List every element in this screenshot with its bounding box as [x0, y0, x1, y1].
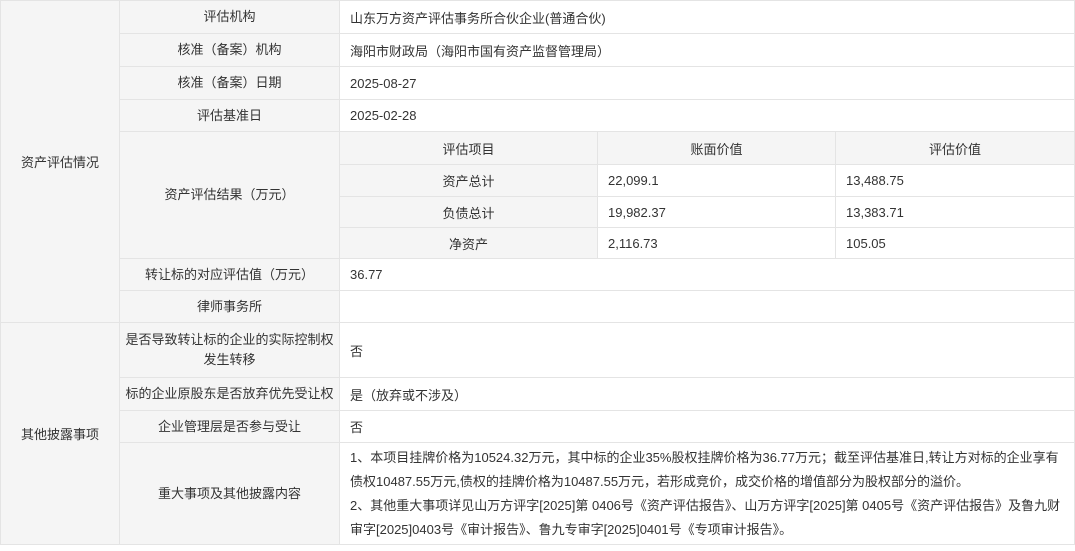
row-management-participation: 企业管理层是否参与受让 否: [120, 411, 1075, 443]
book-value-cell: 22,099.1: [598, 165, 836, 197]
appraisal-base-date-value: 2025-02-28: [340, 100, 1075, 132]
header-text: 评估价值: [929, 139, 981, 158]
row-waive-preemptive-right: 标的企业原股东是否放弃优先受让权 是（放弃或不涉及）: [120, 378, 1075, 411]
book-value-cell: 2,116.73: [598, 228, 836, 259]
value-text: 22,099.1: [608, 173, 659, 188]
control-change-value: 否: [340, 323, 1075, 378]
approval-date-label: 核准（备案）日期: [120, 67, 340, 100]
control-change-label: 是否导致转让标的企业的实际控制权发生转移: [120, 323, 340, 378]
other-disclosures-rows: 是否导致转让标的企业的实际控制权发生转移 否 标的企业原股东是否放弃优先受让权 …: [120, 323, 1075, 545]
book-value-cell: 19,982.37: [598, 197, 836, 228]
label-text: 律师事务所: [197, 297, 262, 317]
header-book-value: 账面价值: [598, 132, 836, 165]
item-cell: 资产总计: [340, 165, 598, 197]
appraised-value-cell: 13,383.71: [836, 197, 1075, 228]
major-matters-value: 1、本项目挂牌价格为10524.32万元，其中标的企业35%股权挂牌价格为36.…: [340, 443, 1075, 545]
row-control-change: 是否导致转让标的企业的实际控制权发生转移 否: [120, 323, 1075, 378]
value-text: 2,116.73: [608, 236, 658, 251]
item-cell: 净资产: [340, 228, 598, 259]
item-text: 净资产: [449, 234, 488, 253]
appraisal-result-table: 评估项目 账面价值 评估价值 资产总计: [340, 132, 1075, 259]
value-text: 19,982.37: [608, 205, 666, 220]
value-text: 山东万方资产评估事务所合伙企业(普通合伙): [350, 8, 606, 27]
value-text: 是（放弃或不涉及）: [350, 385, 467, 404]
header-text: 评估项目: [442, 139, 494, 158]
row-appraisal-agency: 评估机构 山东万方资产评估事务所合伙企业(普通合伙): [120, 1, 1075, 34]
result-row-total-assets: 资产总计 22,099.1 13,488.75: [340, 165, 1075, 197]
header-text: 账面价值: [690, 139, 742, 158]
waive-preemptive-right-label: 标的企业原股东是否放弃优先受让权: [120, 378, 340, 411]
section-title: 资产评估情况: [21, 152, 99, 171]
appraisal-result-header-row: 评估项目 账面价值 评估价值: [340, 132, 1075, 165]
label-text: 企业管理层是否参与受让: [158, 417, 301, 437]
label-text: 标的企业原股东是否放弃优先受让权: [125, 384, 333, 404]
row-major-matters: 重大事项及其他披露内容 1、本项目挂牌价格为10524.32万元，其中标的企业3…: [120, 443, 1075, 545]
law-firm-label: 律师事务所: [120, 291, 340, 323]
label-text: 是否导致转让标的企业的实际控制权发生转移: [123, 330, 336, 370]
label-text: 评估基准日: [197, 106, 262, 126]
value-text: 否: [350, 417, 363, 436]
header-appraised-value: 评估价值: [836, 132, 1075, 165]
row-approval-date: 核准（备案）日期 2025-08-27: [120, 67, 1075, 100]
item-text: 负债总计: [442, 203, 494, 222]
row-appraisal-result: 资产评估结果（万元） 评估项目 账面价值 评估价值: [120, 132, 1075, 259]
section-label-other-disclosures: 其他披露事项: [1, 323, 120, 545]
row-law-firm: 律师事务所: [120, 291, 1075, 323]
asset-appraisal-rows: 评估机构 山东万方资产评估事务所合伙企业(普通合伙) 核准（备案）机构 海阳市财…: [120, 1, 1075, 323]
major-matters-paragraph-2: 2、其他重大事项详见山万方评字[2025]第 0406号《资产评估报告》、山万方…: [350, 494, 1064, 542]
value-text: 13,383.71: [846, 205, 904, 220]
major-matters-paragraphs: 1、本项目挂牌价格为10524.32万元，其中标的企业35%股权挂牌价格为36.…: [350, 446, 1064, 542]
major-matters-paragraph-1: 1、本项目挂牌价格为10524.32万元，其中标的企业35%股权挂牌价格为36.…: [350, 446, 1064, 494]
value-text: 13,488.75: [846, 173, 904, 188]
approval-agency-label: 核准（备案）机构: [120, 34, 340, 67]
section-title: 其他披露事项: [21, 424, 99, 443]
transfer-target-value-label: 转让标的对应评估值（万元）: [120, 259, 340, 291]
item-cell: 负债总计: [340, 197, 598, 228]
label-text: 转让标的对应评估值（万元）: [145, 265, 314, 285]
header-item: 评估项目: [340, 132, 598, 165]
appraisal-agency-value: 山东万方资产评估事务所合伙企业(普通合伙): [340, 1, 1075, 34]
row-transfer-target-value: 转让标的对应评估值（万元） 36.77: [120, 259, 1075, 291]
result-row-net-assets: 净资产 2,116.73 105.05: [340, 228, 1075, 259]
appraisal-base-date-label: 评估基准日: [120, 100, 340, 132]
label-text: 重大事项及其他披露内容: [158, 484, 301, 504]
value-text: 36.77: [350, 267, 383, 282]
section-label-asset-appraisal: 资产评估情况: [1, 1, 120, 323]
asset-disclosure-table: 资产评估情况 评估机构 山东万方资产评估事务所合伙企业(普通合伙) 核准（备案）…: [0, 0, 1075, 545]
value-text: 海阳市财政局（海阳市国有资产监督管理局）: [350, 41, 610, 60]
approval-agency-value: 海阳市财政局（海阳市国有资产监督管理局）: [340, 34, 1075, 67]
item-text: 资产总计: [442, 171, 494, 190]
approval-date-value: 2025-08-27: [340, 67, 1075, 100]
label-text: 资产评估结果（万元）: [164, 185, 294, 205]
value-text: 105.05: [846, 236, 886, 251]
appraised-value-cell: 13,488.75: [836, 165, 1075, 197]
waive-preemptive-right-value: 是（放弃或不涉及）: [340, 378, 1075, 411]
management-participation-value: 否: [340, 411, 1075, 443]
label-text: 核准（备案）日期: [177, 73, 281, 93]
management-participation-label: 企业管理层是否参与受让: [120, 411, 340, 443]
transfer-target-value-value: 36.77: [340, 259, 1075, 291]
value-text: 否: [350, 341, 363, 360]
value-text: 2025-08-27: [350, 76, 417, 91]
label-text: 评估机构: [203, 7, 255, 27]
result-row-total-liabilities: 负债总计 19,982.37 13,383.71: [340, 197, 1075, 228]
row-approval-agency: 核准（备案）机构 海阳市财政局（海阳市国有资产监督管理局）: [120, 34, 1075, 67]
law-firm-value: [340, 291, 1075, 323]
section-asset-appraisal: 资产评估情况 评估机构 山东万方资产评估事务所合伙企业(普通合伙) 核准（备案）…: [1, 1, 1075, 323]
row-appraisal-base-date: 评估基准日 2025-02-28: [120, 100, 1075, 132]
appraisal-result-label: 资产评估结果（万元）: [120, 132, 340, 259]
appraisal-agency-label: 评估机构: [120, 1, 340, 34]
label-text: 核准（备案）机构: [177, 40, 281, 60]
section-other-disclosures: 其他披露事项 是否导致转让标的企业的实际控制权发生转移 否 标的企业原股东是否放…: [1, 323, 1075, 545]
appraised-value-cell: 105.05: [836, 228, 1075, 259]
major-matters-label: 重大事项及其他披露内容: [120, 443, 340, 545]
value-text: 2025-02-28: [350, 108, 417, 123]
